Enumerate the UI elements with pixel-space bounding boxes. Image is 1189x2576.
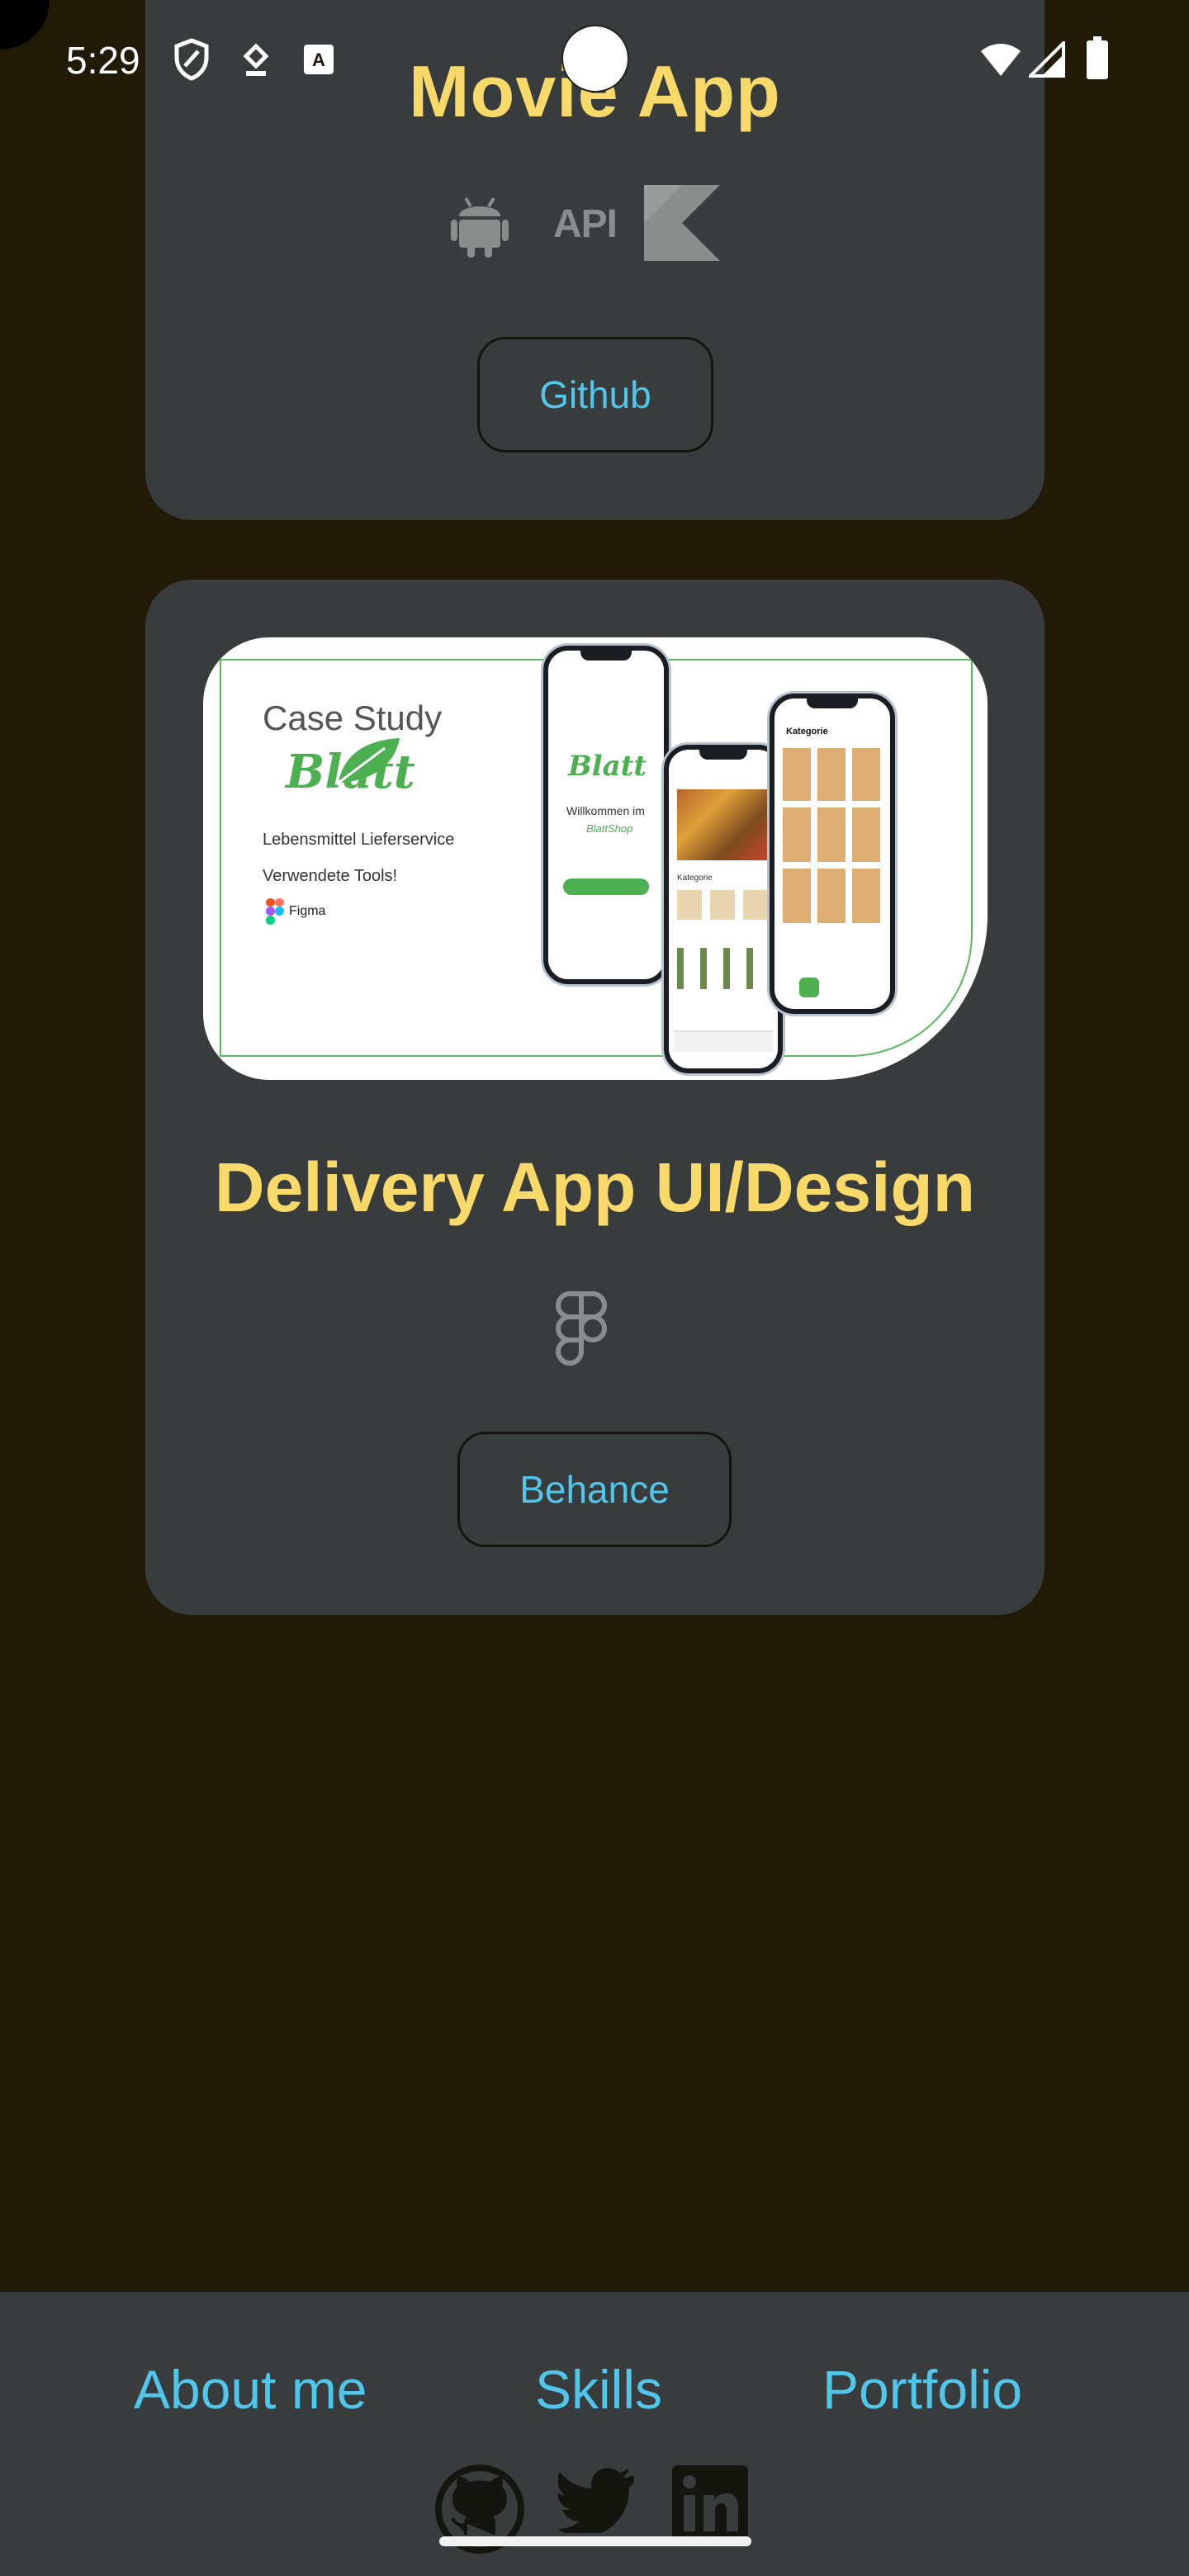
- wifi-icon: [979, 41, 1022, 82]
- case-subtitle: Lebensmittel Lieferservice: [263, 831, 455, 849]
- battery-icon: [1087, 36, 1108, 83]
- signal-icon: [1026, 39, 1065, 82]
- phone-mockup: Blatt Willkommen im BlattShop: [543, 646, 669, 984]
- github-button[interactable]: Github: [477, 337, 713, 452]
- keyboard-a-icon: A: [302, 43, 335, 80]
- status-bar: 5:29 A: [0, 0, 1189, 124]
- nav-skills[interactable]: Skills: [535, 2358, 662, 2421]
- android-icon: [451, 190, 509, 262]
- nav-about-me[interactable]: About me: [134, 2358, 367, 2421]
- twitter-icon[interactable]: [557, 2467, 636, 2537]
- project-title: Delivery App UI/Design: [214, 1148, 976, 1226]
- phone-mockup: Kategorie: [664, 745, 783, 1073]
- linkedin-icon[interactable]: [670, 2464, 750, 2547]
- phone-mockup: Kategorie: [770, 694, 895, 1014]
- case-study-title: Case Study: [263, 698, 443, 737]
- svg-text:A: A: [312, 50, 325, 70]
- leaf-icon: [338, 738, 400, 784]
- project-card-delivery: Case Study Blatt Lebensmittel Lieferserv…: [145, 580, 1045, 1615]
- tech-icons-row: API: [145, 185, 1045, 272]
- nav-portfolio[interactable]: Portfolio: [822, 2358, 1022, 2421]
- case-tools-label: Verwendete Tools!: [263, 867, 398, 885]
- blatt-logo: Blatt: [286, 738, 415, 799]
- figma-tool-badge: Figma: [266, 898, 325, 925]
- status-time: 5:29: [66, 39, 140, 82]
- bottom-nav: About me Skills Portfolio: [0, 2292, 1189, 2576]
- kotlin-icon: [644, 185, 720, 265]
- figma-icon: [553, 1291, 609, 1375]
- shield-icon: [173, 38, 210, 85]
- api-icon: API: [553, 202, 618, 246]
- camera-cutout: [561, 25, 629, 92]
- case-study-image: Case Study Blatt Lebensmittel Lieferserv…: [203, 637, 988, 1080]
- figma-color-icon: [266, 898, 284, 925]
- behance-button[interactable]: Behance: [457, 1432, 732, 1547]
- location-pin-icon: [241, 43, 271, 83]
- home-indicator[interactable]: [439, 2536, 751, 2546]
- figma-label: Figma: [289, 904, 326, 918]
